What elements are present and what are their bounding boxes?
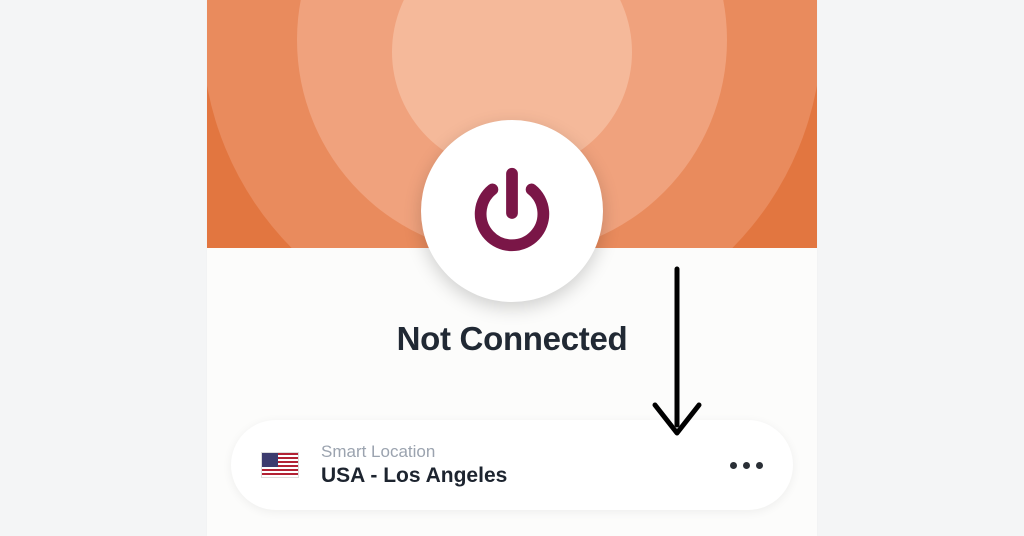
connection-status: Not Connected [207,320,817,358]
location-text: Smart Location USA - Los Angeles [321,442,720,488]
location-name: USA - Los Angeles [321,464,720,488]
location-selector[interactable]: Smart Location USA - Los Angeles [231,420,793,510]
location-type-label: Smart Location [321,442,720,462]
power-icon [463,162,561,260]
more-icon [730,462,763,469]
flag-icon [261,452,299,478]
vpn-card: Not Connected Smart Location USA - Los A… [207,0,817,536]
more-options-button[interactable] [730,462,763,469]
connect-button[interactable] [421,120,603,302]
